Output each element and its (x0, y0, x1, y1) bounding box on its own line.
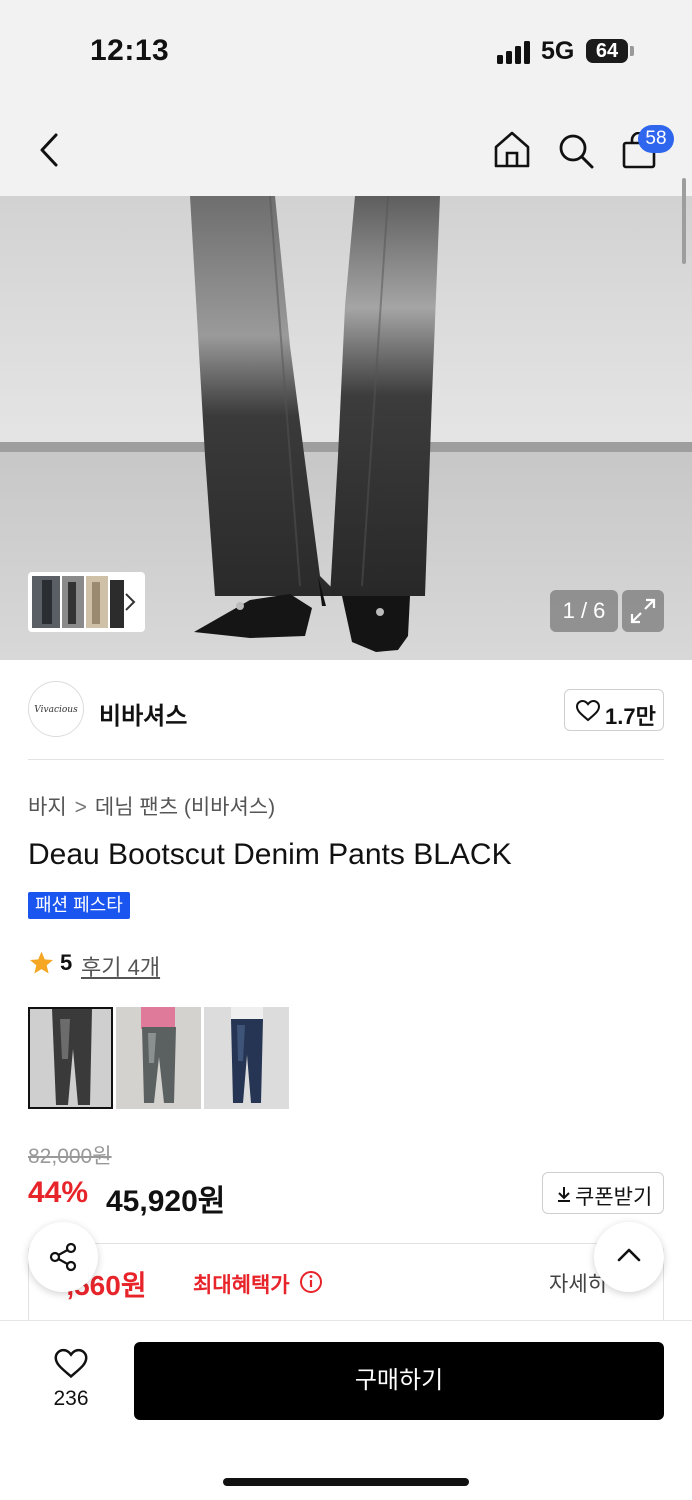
download-icon (558, 1187, 570, 1202)
coupon-download-button[interactable]: 쿠폰받기 (542, 1172, 664, 1214)
variant-thumbnail-black[interactable] (28, 1007, 113, 1109)
original-price: 82,000원 (28, 1145, 112, 1168)
info-icon[interactable] (299, 1270, 323, 1294)
variant-image (116, 1007, 201, 1109)
heart-outline-icon (54, 1348, 88, 1379)
breadcrumb-subcategory[interactable]: 데님 팬츠 (비바셔스) (95, 796, 275, 819)
variant-thumbnail-indigo[interactable] (204, 1007, 289, 1109)
brand-like-count: 1.7만 (605, 704, 656, 729)
share-icon (49, 1242, 77, 1272)
share-button[interactable] (28, 1222, 98, 1292)
heart-outline-icon (575, 699, 601, 722)
back-arrow-icon[interactable] (36, 132, 64, 168)
wishlist-count: 236 (53, 1387, 89, 1410)
brand-name[interactable]: 비바셔스 (99, 696, 187, 731)
chevron-up-icon (617, 1248, 641, 1262)
scroll-to-top-button[interactable] (594, 1222, 664, 1292)
color-variant-list (28, 1007, 298, 1109)
brand-like-button[interactable]: 1.7만 (564, 689, 664, 731)
battery-tip (630, 46, 634, 56)
cart-count-badge: 58 (638, 125, 674, 153)
buy-button[interactable]: 구매하기 (134, 1342, 664, 1420)
review-link[interactable]: 후기 4개 (81, 950, 160, 982)
thumbnail-preview (32, 576, 136, 628)
breadcrumb-category[interactable]: 바지 (28, 796, 67, 819)
coupon-label: 쿠폰받기 (575, 1186, 653, 1209)
section-divider (28, 759, 664, 760)
variant-image (204, 1007, 289, 1109)
expand-icon (630, 598, 656, 624)
battery-icon: 64 (586, 39, 628, 63)
network-type: 5G (541, 37, 575, 65)
wishlist-button[interactable]: 236 (40, 1345, 102, 1417)
status-time: 12:13 (90, 34, 170, 67)
gallery-thumbnail-strip[interactable] (28, 572, 145, 632)
bottom-action-bar: 236 구매하기 (0, 1320, 692, 1500)
variant-image (30, 1009, 111, 1107)
fullscreen-button[interactable] (622, 590, 664, 632)
page-scroll-indicator[interactable] (682, 178, 686, 264)
product-title: Deau Bootscut Denim Pants BLACK (28, 838, 512, 871)
breadcrumb: 바지 > 데님 팬츠 (비바셔스) (28, 791, 275, 821)
brand-logo[interactable]: Vivacious (28, 681, 84, 737)
sale-price: 45,920원 (106, 1185, 226, 1218)
status-bar: 12:13 5G 64 (0, 0, 692, 100)
discount-rate: 44% (28, 1176, 89, 1209)
breadcrumb-separator: > (74, 796, 87, 819)
search-icon[interactable] (556, 131, 596, 171)
max-benefit-label: 최대혜택가 (193, 1274, 290, 1297)
brand-row[interactable]: Vivacious 비바셔스 1.7만 (0, 662, 692, 760)
home-indicator[interactable] (223, 1478, 469, 1486)
variant-thumbnail-grey[interactable] (116, 1007, 201, 1109)
star-icon (30, 951, 53, 974)
rating-score: 5 (60, 950, 73, 975)
gallery-counter: 1 / 6 (550, 590, 618, 632)
home-icon[interactable] (492, 129, 532, 169)
promo-badge: 패션 페스타 (28, 892, 130, 919)
cellular-signal-icon (497, 40, 533, 64)
